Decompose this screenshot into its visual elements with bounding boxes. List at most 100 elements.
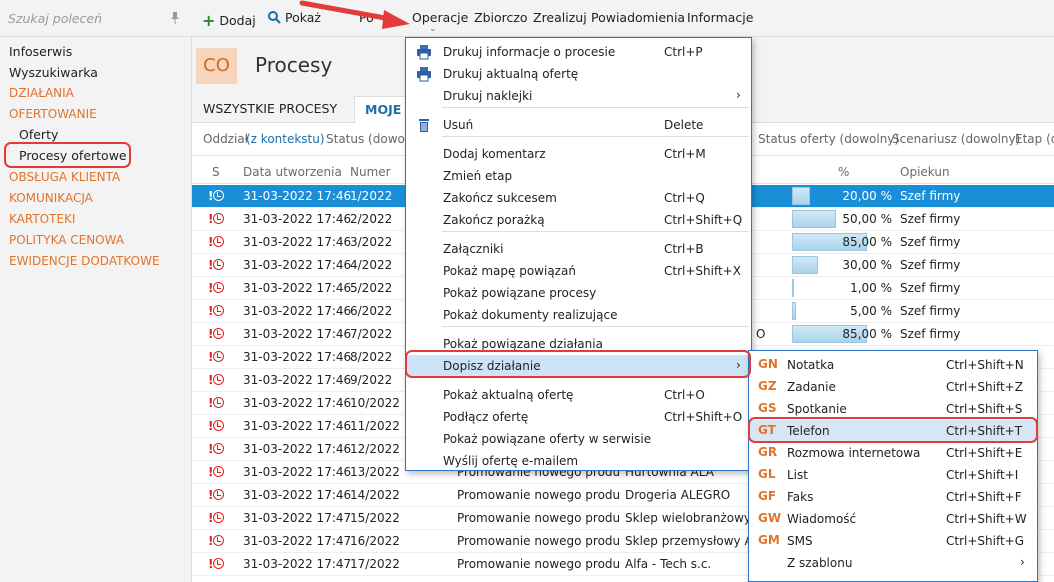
menu-item[interactable]: Pokaż dokumenty realizujące: [407, 304, 750, 326]
menu-item[interactable]: Drukuj aktualną ofertę: [407, 63, 750, 85]
cell-date: 31-03-2022 17:46: [243, 442, 352, 456]
tab-my-processes[interactable]: MOJE: [354, 96, 413, 123]
submenu-item[interactable]: GM SMS Ctrl+Shift+G: [750, 530, 1036, 552]
nav-komunikacja[interactable]: KOMUNIKACJA: [9, 188, 93, 209]
menu-item[interactable]: Zakończ sukcesem Ctrl+Q: [407, 187, 750, 209]
cell-date: 31-03-2022 17:46: [243, 327, 352, 341]
cell-date: 31-03-2022 17:46: [243, 235, 352, 249]
tab-all-processes[interactable]: WSZYSTKIE PROCESY: [203, 101, 337, 116]
filter-dept-value[interactable]: (z kontekstu): [246, 132, 325, 146]
cell-owner: Szef firmy: [900, 235, 961, 249]
submenu-item[interactable]: GN Notatka Ctrl+Shift+N: [750, 354, 1036, 376]
cell-name: Promowanie nowego produ...: [457, 511, 619, 525]
filter-scenario[interactable]: Scenariusz (dowolny): [892, 132, 1020, 146]
submenu-item[interactable]: GF Faks Ctrl+Shift+F: [750, 486, 1036, 508]
nav-ofertowanie[interactable]: OFERTOWANIE: [9, 104, 97, 125]
cell-owner: Szef firmy: [900, 212, 961, 226]
overdue-status-icon: !: [208, 465, 228, 479]
cell-date: 31-03-2022 17:47: [243, 534, 352, 548]
filter-stage[interactable]: Etap (dowolny): [1015, 132, 1054, 146]
menu-powiadomienia[interactable]: Powiadomienia: [591, 10, 685, 25]
annotation-highlight: [748, 417, 1038, 443]
menu-item-shortcut: Ctrl+O: [664, 388, 705, 402]
overdue-status-icon: !: [208, 281, 228, 295]
submenu-item[interactable]: GL List Ctrl+Shift+I: [750, 464, 1036, 486]
activity-code-badge: GW: [758, 511, 782, 525]
menu-item-label: Pokaż aktualną ofertę: [443, 388, 574, 402]
activity-code-badge: GL: [758, 467, 776, 481]
submenu-item-label: Z szablonu: [787, 556, 853, 570]
nav-dzialania[interactable]: DZIAŁANIA: [9, 83, 74, 104]
overdue-status-icon: !: [208, 488, 228, 502]
menu-item[interactable]: Pokaż mapę powiązań Ctrl+Shift+X: [407, 260, 750, 282]
menu-item[interactable]: Załączniki Ctrl+B: [407, 238, 750, 260]
cell-number: 4/2022: [350, 258, 393, 272]
nav-infoserwis[interactable]: Infoserwis: [9, 41, 72, 62]
menu-operacje[interactable]: Operacje: [412, 10, 468, 25]
chevron-down-icon: ⌄: [429, 24, 437, 34]
submenu-item[interactable]: GR Rozmowa internetowa Ctrl+Shift+E: [750, 442, 1036, 464]
progress-bar: [792, 210, 836, 228]
menu-item[interactable]: Usuń Delete: [407, 114, 750, 136]
cell-owner: Szef firmy: [900, 189, 961, 203]
menu-item-label: Zakończ porażką: [443, 213, 545, 227]
trash-icon: [416, 117, 432, 133]
menu-zrealizuj[interactable]: Zrealizuj: [533, 10, 587, 25]
overdue-status-icon: !: [208, 304, 228, 318]
menu-separator: [442, 107, 749, 108]
menu-item-label: Pokaż mapę powiązań: [443, 264, 576, 278]
column-date[interactable]: Data utworzenia: [243, 165, 342, 179]
submenu-item[interactable]: GW Wiadomość Ctrl+Shift+W: [750, 508, 1036, 530]
menu-item[interactable]: Pokaż powiązane procesy: [407, 282, 750, 304]
module-badge: CO: [196, 48, 237, 84]
menu-item-shortcut: Ctrl+M: [664, 147, 706, 161]
menu-item[interactable]: Drukuj naklejki ›: [407, 85, 750, 107]
pin-icon[interactable]: [170, 12, 180, 24]
menu-item-label: Usuń: [443, 118, 474, 132]
submenu-item-label: Notatka: [787, 358, 835, 372]
nav-kartoteki[interactable]: KARTOTEKI: [9, 209, 75, 230]
add-button[interactable]: + Dodaj: [202, 10, 256, 30]
menu-item[interactable]: Dodaj komentarz Ctrl+M: [407, 143, 750, 165]
menu-item-shortcut: Ctrl+Q: [664, 191, 705, 205]
menu-item[interactable]: Pokaż aktualną ofertę Ctrl+O: [407, 384, 750, 406]
printer-icon: [416, 44, 432, 60]
filter-offer-status[interactable]: Status oferty (dowolny): [758, 132, 899, 146]
search-icon: [268, 11, 281, 24]
submenu-item-shortcut: Ctrl+Shift+F: [946, 490, 1022, 504]
cell-number: 12/2022: [350, 442, 400, 456]
nav-ewidencje-dodatkowe[interactable]: EWIDENCJE DODATKOWE: [9, 251, 160, 272]
menu-item[interactable]: Pokaż powiązane oferty w serwisie: [407, 428, 750, 450]
submenu-item[interactable]: GZ Zadanie Ctrl+Shift+Z: [750, 376, 1036, 398]
menu-item[interactable]: Wyślij ofertę e-mailem: [407, 450, 750, 472]
cell-number: 17/2022: [350, 557, 400, 571]
column-owner[interactable]: Opiekun: [900, 165, 950, 179]
menu-item[interactable]: Zakończ porażką Ctrl+Shift+Q: [407, 209, 750, 231]
cell-date: 31-03-2022 17:46: [243, 350, 352, 364]
nav-wyszukiwarka[interactable]: Wyszukiwarka: [9, 62, 98, 83]
submenu-item-shortcut: Ctrl+Shift+S: [946, 402, 1023, 416]
search-placeholder[interactable]: Szukaj poleceń: [8, 11, 102, 26]
cell-owner: Szef firmy: [900, 258, 961, 272]
column-number[interactable]: Numer: [350, 165, 391, 179]
submenu-item-label: Spotkanie: [787, 402, 847, 416]
menu-item[interactable]: Zmień etap: [407, 165, 750, 187]
column-s[interactable]: S: [212, 165, 220, 179]
printer-icon: [416, 66, 432, 82]
menu-zbiorczo[interactable]: Zbiorczo: [474, 10, 528, 25]
command-search[interactable]: Szukaj poleceń: [0, 0, 192, 37]
submenu-item[interactable]: Z szablonu ›: [750, 552, 1036, 574]
menu-item-label: Drukuj aktualną ofertę: [443, 67, 579, 81]
menu-item-label: Pokaż powiązane procesy: [443, 286, 597, 300]
menu-item[interactable]: Podłącz ofertę Ctrl+Shift+O: [407, 406, 750, 428]
cell-number: 7/2022: [350, 327, 393, 341]
cell-number: 6/2022: [350, 304, 393, 318]
menu-item[interactable]: Drukuj informacje o procesie Ctrl+P: [407, 41, 750, 63]
nav-polityka-cenowa[interactable]: POLITYKA CENOWA: [9, 230, 124, 251]
column-percent[interactable]: %: [838, 165, 849, 179]
cell-number: 1/2022: [350, 189, 393, 203]
activity-code-badge: GF: [758, 489, 777, 503]
cell-number: 13/2022: [350, 465, 400, 479]
nav-obsluga-klienta[interactable]: OBSŁUGA KLIENTA: [9, 167, 120, 188]
menu-informacje[interactable]: Informacje: [687, 10, 753, 25]
